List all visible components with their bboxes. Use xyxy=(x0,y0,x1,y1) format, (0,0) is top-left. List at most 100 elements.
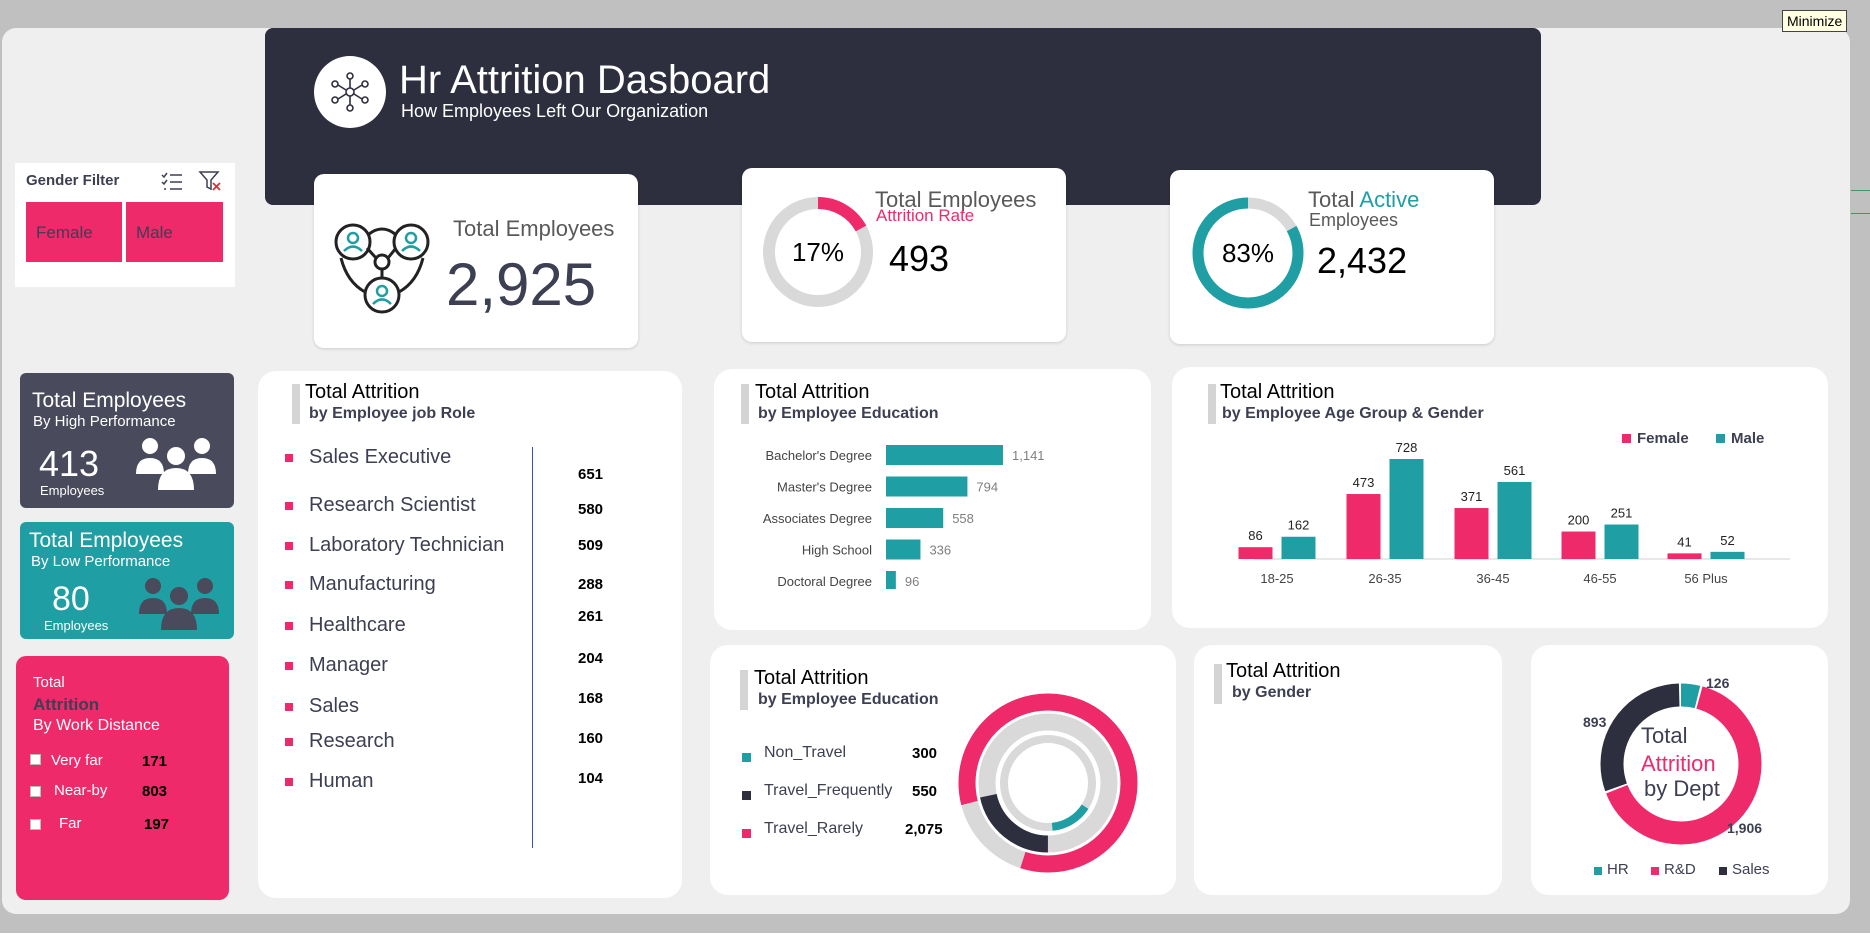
job-role-label: Healthcare xyxy=(309,614,406,636)
age-bar-female xyxy=(1667,553,1702,559)
gender-filter-title: Gender Filter xyxy=(26,172,120,189)
checkbox-very-far[interactable] xyxy=(30,754,41,765)
work-distance-line2: Attrition xyxy=(33,695,100,714)
legend-swatch xyxy=(1594,867,1602,875)
job-role-label: Manager xyxy=(309,654,388,676)
low-performance-card: Total Employees By Low Performance 80 Em… xyxy=(20,522,234,639)
minimize-tooltip[interactable]: Minimize xyxy=(1782,10,1848,32)
dept-center-line2: Attrition xyxy=(1641,751,1716,776)
high-perf-subtitle: By High Performance xyxy=(33,413,176,430)
kpi-attrition-value: 493 xyxy=(889,238,950,279)
bullet-marker xyxy=(285,703,293,711)
data-label: 371 xyxy=(1461,489,1483,504)
work-distance-line1: Total xyxy=(33,674,65,691)
gender-panel: Total Attrition by Gender xyxy=(1194,645,1502,895)
work-distance-card: Total Attrition By Work Distance Very fa… xyxy=(16,656,229,900)
dept-center-line3: by Dept xyxy=(1644,776,1720,801)
job-role-value: 261 xyxy=(578,608,604,625)
filter-option-female[interactable]: Female xyxy=(26,202,122,262)
distance-label: Far xyxy=(59,815,82,832)
network-icon xyxy=(331,72,369,112)
age-bar-male xyxy=(1604,524,1639,559)
legend-swatch xyxy=(742,791,751,800)
legend-swatch xyxy=(742,829,751,838)
filter-option-male[interactable]: Male xyxy=(126,202,223,262)
data-label: 473 xyxy=(1353,475,1375,490)
bullet-marker xyxy=(285,738,293,746)
employees-network-icon xyxy=(333,220,433,318)
gender-filter-slicer: Gender Filter Female Male xyxy=(15,163,235,287)
age-bar-male xyxy=(1389,459,1424,559)
legend-label: Male xyxy=(1731,430,1764,447)
job-role-value: 288 xyxy=(578,576,604,593)
travel-value: 550 xyxy=(912,783,938,800)
checkbox-far[interactable] xyxy=(30,819,41,830)
category-label: Bachelor's Degree xyxy=(765,448,872,463)
data-label: 561 xyxy=(1504,463,1526,478)
checkbox-near-by[interactable] xyxy=(30,786,41,797)
job-role-value: 168 xyxy=(578,690,604,707)
job-role-panel: Total Attrition by Employee job Role Sal… xyxy=(258,371,682,898)
high-perf-value: 413 xyxy=(39,443,100,484)
bullet-marker xyxy=(285,454,293,462)
job-role-label: Research xyxy=(309,730,395,752)
panel-accent-bar xyxy=(1214,664,1222,704)
data-label: 52 xyxy=(1720,533,1734,548)
dashboard-subtitle: How Employees Left Our Organization xyxy=(401,101,709,121)
people-icon xyxy=(136,438,216,490)
legend-label: Female xyxy=(1637,430,1689,447)
logo xyxy=(314,56,386,128)
clear-filter-icon[interactable] xyxy=(198,170,222,192)
job-role-label: Sales Executive xyxy=(309,446,452,468)
panel-accent-bar xyxy=(1208,384,1216,424)
age-bar-male xyxy=(1281,536,1316,559)
kpi-active-word-active: Active xyxy=(1359,187,1420,212)
distance-value: 171 xyxy=(142,753,168,770)
education-bar xyxy=(886,571,896,589)
bullet-marker xyxy=(285,502,293,510)
education-bar xyxy=(886,508,944,528)
travel-label: Non_Travel xyxy=(764,744,847,761)
distance-label: Near-by xyxy=(54,782,108,799)
data-label: 558 xyxy=(952,511,974,526)
data-label: 794 xyxy=(976,480,998,495)
multi-select-icon[interactable] xyxy=(160,170,184,192)
legend-swatch xyxy=(1622,434,1631,443)
data-label: 728 xyxy=(1396,440,1418,455)
low-perf-value: 80 xyxy=(52,580,90,618)
people-icon xyxy=(139,578,219,630)
travel-value: 300 xyxy=(912,745,938,762)
age-bar-female xyxy=(1454,508,1489,559)
bullet-marker xyxy=(285,662,293,670)
panel-accent-bar xyxy=(740,670,748,710)
job-role-value: 509 xyxy=(578,537,604,554)
data-label: 1,906 xyxy=(1727,820,1762,836)
divider-line xyxy=(532,447,533,848)
age-bar-female xyxy=(1561,531,1596,559)
age-gender-panel: Total Attrition by Employee Age Group & … xyxy=(1172,367,1828,628)
high-performance-card: Total Employees By High Performance 413 … xyxy=(20,373,234,508)
panel-subtitle: by Employee job Role xyxy=(309,405,476,422)
age-gender-bar-chart: 86 162 18-25 473 728 26-35 371 561 36-45 200 251 46… xyxy=(1238,430,1790,586)
kpi-total-label: Total Employees xyxy=(453,216,615,241)
age-bar-female xyxy=(1238,547,1273,559)
low-perf-subtitle: By Low Performance xyxy=(31,553,171,570)
category-label: Associates Degree xyxy=(763,511,872,526)
kpi-total-employees: Total Employees 2,925 xyxy=(314,174,638,348)
job-role-label: Laboratory Technician xyxy=(309,534,505,556)
tick-label: 26-35 xyxy=(1368,571,1401,586)
education-bar xyxy=(886,445,1003,465)
travel-label: Travel_Rarely xyxy=(764,820,863,837)
panel-title: Total Attrition xyxy=(305,381,420,403)
travel-donut-chart xyxy=(958,693,1138,873)
data-label: 41 xyxy=(1677,534,1691,549)
panel-subtitle: by Gender xyxy=(1232,684,1312,701)
panel-title: Total Attrition xyxy=(1220,381,1335,403)
age-bar-male xyxy=(1710,551,1745,559)
bullet-marker xyxy=(285,581,293,589)
kpi-active-word-total: Total xyxy=(1308,187,1355,212)
job-role-label: Human xyxy=(309,770,374,792)
tick-label: 56 Plus xyxy=(1684,571,1728,586)
job-role-value: 651 xyxy=(578,466,604,483)
job-role-value: 104 xyxy=(578,770,604,787)
